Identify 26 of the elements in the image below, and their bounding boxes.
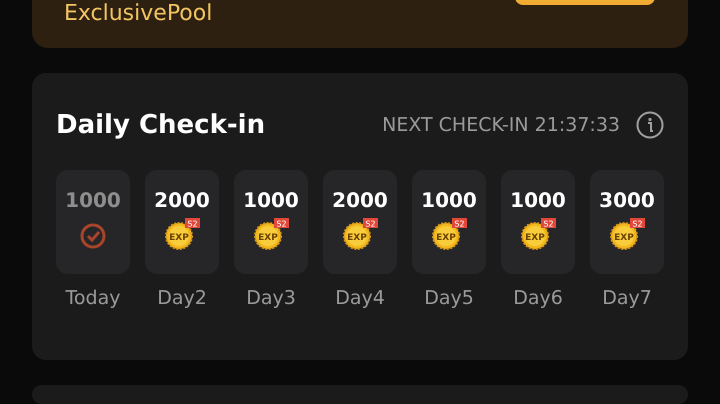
day-tile[interactable]: 3000 S2 EXP [590, 170, 664, 274]
day-label: Day5 [424, 286, 474, 311]
next-check-in-countdown: NEXT CHECK-IN 21:37:33 [382, 112, 620, 138]
day-label: Day3 [246, 286, 296, 311]
reward-amount: 3000 [599, 188, 655, 212]
day-label: Today [66, 286, 120, 311]
day-tile[interactable]: 1000 S2 EXP [234, 170, 308, 274]
day-tile[interactable]: 2000 S2 EXP [145, 170, 219, 274]
check-circle-icon [79, 222, 107, 250]
check-in-title: Daily Check-in [56, 109, 266, 142]
day-label: Day2 [157, 286, 207, 311]
reward-amount: 1000 [510, 188, 566, 212]
day-label: Day4 [335, 286, 385, 311]
day-tile[interactable]: 2000 S2 EXP [323, 170, 397, 274]
day-tile[interactable]: 1000 S2 EXP [501, 170, 575, 274]
reward-amount: 2000 [332, 188, 388, 212]
info-icon[interactable] [636, 111, 664, 139]
reward-amount: 1000 [65, 188, 121, 212]
day-label: Day6 [513, 286, 563, 311]
reward-amount: 1000 [243, 188, 299, 212]
reward-amount: 1000 [421, 188, 477, 212]
reward-amount: 2000 [154, 188, 210, 212]
pool-title: ExclusivePool [64, 0, 212, 28]
day-tile[interactable]: 1000 S2 EXP [412, 170, 486, 274]
day-tile[interactable]: 1000 [56, 170, 130, 274]
day-label: Day7 [602, 286, 652, 311]
